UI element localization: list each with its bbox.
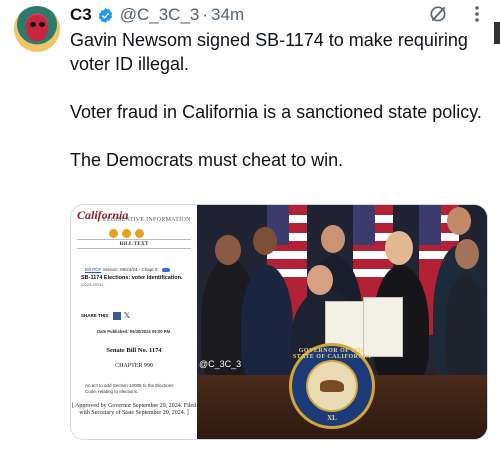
bill-approval: [ Approved by Governor September 29, 202… [71,403,197,416]
seal-text: GOVERNOR OF THE STATE OF CALIFORNIA [292,348,372,360]
tweet-text-line: Voter fraud in California is a sanctione… [70,102,482,122]
bear-icon [320,380,344,392]
home-icon [109,229,118,238]
grok-icon[interactable] [428,4,448,24]
governor-seal: GOVERNOR OF THE STATE OF CALIFORNIA XL [289,343,375,429]
tweet-media[interactable]: California LEGISLATIVE INFORMATION BILL … [70,204,488,440]
watermark: @C_3C_3 [199,359,242,369]
bill-pdf-link: Bill PDF [85,267,102,272]
menu-icon [135,229,144,238]
avatar-eye [30,22,36,27]
share-row: SHARE THIS: 𝕏 [81,311,130,320]
x-icon: 𝕏 [123,311,131,320]
avatar-face [26,15,48,41]
signing-photo: GOVERNOR OF THE STATE OF CALIFORNIA XL @… [197,205,487,439]
person [241,265,293,385]
separator-dot: · [202,5,209,24]
person-head [307,265,333,295]
person-head [447,207,471,235]
seal-number: XL [327,414,337,422]
version-select-icon [161,267,170,272]
tweet-text-line: The Democrats must cheat to win. [70,150,344,170]
tweet-text: Gavin Newsom signed SB-1174 to make requ… [70,28,490,172]
bill-subject: SB-1174 Elections: voter identification.… [81,275,187,288]
bill-version: Bill PDF Version: 09/24/24 - Chapt 3 [85,267,170,272]
site-nav-icons [109,229,144,238]
author-handle[interactable]: @C_3C_3 [120,5,200,25]
avatar-eye [39,22,45,27]
seal-center [306,360,358,412]
author-name[interactable]: C3 [70,5,92,25]
timestamp[interactable]: 34m [211,5,244,25]
avatar[interactable] [14,6,60,52]
version-number: 3 [154,267,158,272]
person-head [455,239,479,269]
date-published: Date Published: 09/30/2024 09:00 PM [97,329,171,334]
facebook-icon [112,311,121,320]
tweet-text-line: Gavin Newsom signed SB-1174 to make requ… [70,30,468,74]
person-head [215,235,241,265]
bill-number: Senate Bill No. 1174 [106,347,162,354]
bill-session: (2023-2024) [81,281,103,287]
person [445,275,487,385]
version-text: Version: 09/24/24 - Chapt [102,267,154,272]
verified-badge-icon [98,7,112,23]
person-head [385,231,413,265]
share-label: SHARE THIS: [81,313,110,318]
bill-chapter: CHAPTER 990 [115,363,153,369]
section-title: BILL TEXT [77,239,191,249]
scrollbar-edge [494,22,500,44]
more-icon[interactable] [474,4,480,24]
person-head [253,227,277,255]
bill-document-image: California LEGISLATIVE INFORMATION BILL … [71,205,197,439]
bill-act: An act to add Section 10005 to the Elect… [85,383,174,394]
search-icon [122,229,131,238]
tweet-header: C3 @C_3C_3 · 34m [70,3,244,27]
site-name: LEGISLATIVE INFORMATION [103,217,191,223]
person-head [321,225,345,253]
bill-subject-text: SB-1174 Elections: voter identification. [81,275,183,281]
